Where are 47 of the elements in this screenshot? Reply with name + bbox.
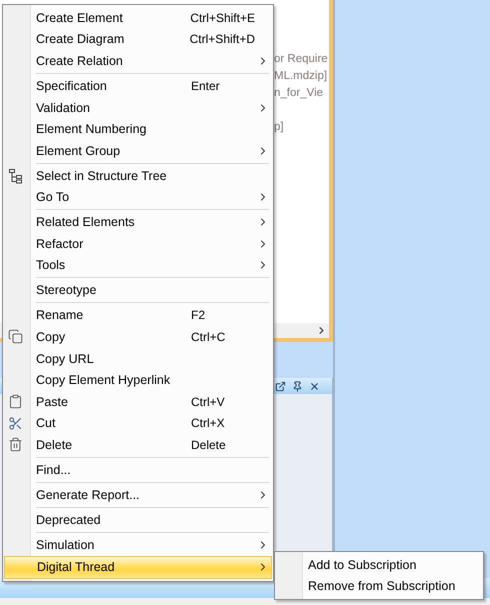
menu-item[interactable]: Copy Ctrl+C <box>5 326 271 348</box>
copy-icon <box>8 329 23 344</box>
panel-text: or Require <box>274 52 328 67</box>
float-icon[interactable] <box>275 380 286 392</box>
menu-item[interactable]: Validation <box>5 96 271 118</box>
pin-icon[interactable] <box>292 380 303 392</box>
shortcut-text: Ctrl+C <box>191 328 226 345</box>
close-icon[interactable] <box>309 380 320 392</box>
menu-item[interactable]: Remove from Subscription <box>277 576 481 597</box>
panel-text: p] <box>274 120 284 135</box>
scissors-icon <box>8 416 23 431</box>
shortcut-text: Ctrl+V <box>191 394 226 410</box>
shortcut-text: F2 <box>191 307 206 324</box>
trash-icon <box>8 437 23 452</box>
menu-item[interactable]: Refactor <box>5 233 271 255</box>
menu-item[interactable]: Cut Ctrl+X <box>5 412 271 434</box>
shortcut-text: Ctrl+Shift+D <box>190 31 255 48</box>
menu-item[interactable]: Element Group <box>5 140 271 162</box>
clipboard-icon <box>8 394 23 409</box>
menu-item[interactable]: Copy URL <box>5 348 271 370</box>
menu-item[interactable]: Specification Enter <box>5 75 271 97</box>
shortcut-text: Ctrl+X <box>191 415 226 432</box>
menu-item[interactable]: Create Relation <box>5 50 271 72</box>
shortcut-text: Enter <box>191 78 221 94</box>
menu-item[interactable]: Element Numbering <box>5 118 271 140</box>
menu-item[interactable]: Find... <box>5 459 271 481</box>
shortcut-text: Delete <box>191 436 227 453</box>
menu-item[interactable]: Simulation <box>5 534 271 556</box>
menu-item[interactable]: Go To <box>5 186 271 208</box>
panel-text: ML.mdzip] <box>274 69 328 84</box>
menu-item[interactable]: Copy Element Hyperlink <box>5 369 271 391</box>
menu-item[interactable]: Tools <box>5 254 271 276</box>
shortcut-text: Ctrl+Shift+E <box>190 10 255 26</box>
menu-item[interactable]: Stereotype <box>5 280 271 302</box>
tree-icon <box>8 168 24 184</box>
menu-item[interactable]: Generate Report... <box>5 484 271 506</box>
panel-text: n_for_Vie <box>274 86 324 101</box>
menu-item[interactable]: Digital Thread <box>4 556 272 580</box>
menu-item[interactable]: Related Elements <box>5 211 271 234</box>
menu-item[interactable]: Select in Structure Tree <box>5 164 271 186</box>
menu-item[interactable]: Delete Delete <box>5 434 271 456</box>
menu-item[interactable]: Add to Subscription <box>277 554 481 576</box>
menu-item[interactable]: Paste Ctrl+V <box>5 390 271 413</box>
menu-item[interactable]: Create Diagram Ctrl+Shift+D <box>5 28 271 50</box>
menu-item[interactable]: Create Element Ctrl+Shift+E <box>5 7 271 29</box>
menu-item[interactable]: Deprecated <box>5 509 271 531</box>
menu-item[interactable]: Rename F2 <box>5 304 271 326</box>
